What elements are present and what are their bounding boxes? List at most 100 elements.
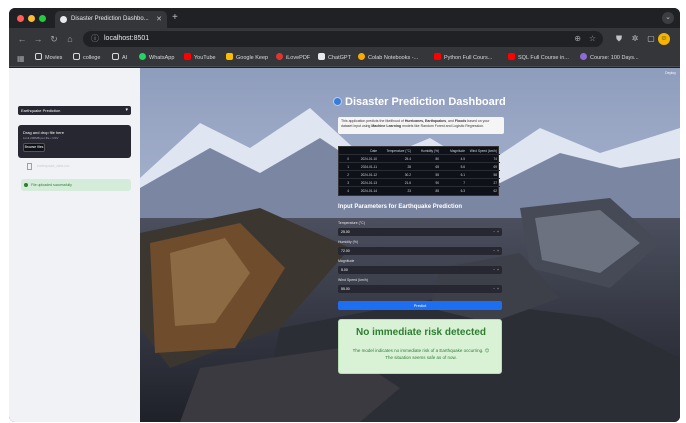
- page-viewport: Earthquake Prediction ▾ Drag and drop fi…: [9, 68, 680, 422]
- reload-icon[interactable]: ↻: [47, 32, 61, 46]
- uploaded-file-name: earthquake_data.csv: [37, 164, 70, 168]
- course-icon: [580, 53, 587, 60]
- bookmark-label: ChatGPT: [328, 55, 351, 61]
- bookmark-100-days[interactable]: Course: 100 Days...: [580, 50, 639, 67]
- url-text[interactable]: localhost:8501: [104, 31, 149, 47]
- streamlit-favicon-icon: [60, 16, 67, 23]
- disaster-type-select[interactable]: Earthquake Prediction ▾: [18, 106, 131, 115]
- humidity-input[interactable]: 72.00 − +: [338, 247, 502, 255]
- sidebar: Earthquake Prediction ▾ Drag and drop fi…: [9, 68, 140, 422]
- desc-emphasis: Floods: [454, 119, 467, 123]
- browse-files-button[interactable]: Browse files: [23, 143, 45, 152]
- table-header-cell: Magnitude: [450, 149, 465, 153]
- bookmark-youtube[interactable]: YouTube: [184, 50, 216, 67]
- predict-button[interactable]: Predict: [338, 301, 502, 310]
- bookmarks-bar: ▦ Movies college AI WhatsApp YouTube Goo…: [9, 50, 680, 67]
- table-cell: 25.4: [404, 157, 411, 161]
- zoom-icon[interactable]: ⊕: [574, 31, 581, 47]
- table-header-cell: [341, 148, 349, 155]
- folder-icon: [35, 53, 42, 60]
- temperature-input[interactable]: 25.00 − +: [338, 228, 502, 236]
- humidity-value[interactable]: 72.00: [341, 249, 350, 253]
- table-cell: 2: [347, 173, 349, 177]
- apps-grid-icon[interactable]: ▦: [17, 50, 25, 67]
- minimize-window-icon[interactable]: [28, 15, 35, 22]
- stepper-icon[interactable]: − +: [493, 228, 499, 236]
- table-cell: 21.6: [404, 181, 411, 185]
- sidebar-panel-icon[interactable]: ▢: [645, 33, 657, 45]
- bookmark-whatsapp[interactable]: WhatsApp: [139, 50, 174, 67]
- table-header-row: Date Temperature (°C) Humidity (%) Magni…: [339, 148, 500, 155]
- table-cell: 58: [493, 173, 497, 177]
- ilovepdf-icon: [276, 53, 283, 60]
- close-window-icon[interactable]: [17, 15, 24, 22]
- magnitude-label: Magnitude: [338, 259, 355, 263]
- bookmark-sql-course[interactable]: SQL Full Course in...: [508, 50, 569, 67]
- wind-speed-label: Wind Speed (km/h): [338, 278, 368, 282]
- table-row: 3 2024-01-13 21.6 90 7 27: [339, 180, 500, 187]
- bookmark-star-icon[interactable]: ☆: [589, 31, 596, 47]
- table-cell: 6.1: [460, 173, 465, 177]
- bookmark-google-keep[interactable]: Google Keep: [226, 50, 268, 67]
- table-cell: 69: [493, 165, 497, 169]
- site-info-icon[interactable]: ⓘ: [89, 33, 101, 45]
- address-bar[interactable]: ⓘ localhost:8501 ⊕ ☆: [83, 31, 603, 47]
- table-cell: 1: [347, 165, 349, 169]
- shield-extension-icon[interactable]: ⛊: [613, 33, 625, 45]
- table-cell: 27: [493, 181, 497, 185]
- bookmark-label: YouTube: [194, 55, 216, 61]
- desc-text: This application predicts the likelihood…: [341, 119, 405, 123]
- stepper-icon[interactable]: − +: [493, 247, 499, 255]
- stepper-icon[interactable]: − +: [493, 266, 499, 274]
- colab-icon: [358, 53, 365, 60]
- bookmark-label: Course: 100 Days...: [590, 55, 639, 61]
- table-header-cell: Temperature (°C): [386, 149, 411, 153]
- back-icon[interactable]: ←: [15, 32, 29, 46]
- bookmark-ai[interactable]: AI: [112, 50, 127, 67]
- deploy-button[interactable]: Deploy: [665, 71, 676, 75]
- bookmark-ilovepdf[interactable]: iLovePDF: [276, 50, 310, 67]
- magnitude-value[interactable]: 5.00: [341, 268, 348, 272]
- browser-tab[interactable]: Disaster Prediction Dashbo... ✕: [55, 11, 167, 28]
- wind-speed-input[interactable]: 55.00 − +: [338, 285, 502, 293]
- bookmark-label: iLovePDF: [286, 55, 311, 61]
- table-cell: 55: [435, 173, 439, 177]
- stepper-icon[interactable]: − +: [493, 285, 499, 293]
- bookmark-movies[interactable]: Movies: [35, 50, 62, 67]
- table-cell: 4: [347, 189, 349, 193]
- extensions-puzzle-icon[interactable]: ✲: [629, 33, 641, 45]
- table-cell: 85: [435, 189, 439, 193]
- forward-icon[interactable]: →: [31, 32, 45, 46]
- maximize-window-icon[interactable]: [39, 15, 46, 22]
- keep-icon: [226, 53, 233, 60]
- page-title: Disaster Prediction Dashboard: [333, 96, 506, 108]
- magnitude-input[interactable]: 5.00 − +: [338, 266, 502, 274]
- browser-toolbar: ← → ↻ ⌂ ⓘ localhost:8501 ⊕ ☆ ⛊ ✲ ▢ ☺: [9, 28, 680, 50]
- prediction-result-card: No immediate risk detected The model ind…: [338, 319, 502, 374]
- home-icon[interactable]: ⌂: [63, 32, 77, 46]
- table-cell: 23: [407, 189, 411, 193]
- bookmark-python-course[interactable]: Python Full Cours...: [434, 50, 492, 67]
- tab-search-icon[interactable]: ⌄: [662, 12, 674, 24]
- check-icon: [24, 183, 28, 187]
- bookmark-colab[interactable]: Colab Notebooks -...: [358, 50, 418, 67]
- data-preview-table[interactable]: Date Temperature (°C) Humidity (%) Magni…: [338, 146, 500, 196]
- bookmark-college[interactable]: college: [73, 50, 100, 67]
- upload-title: Drag and drop file here: [23, 130, 64, 135]
- bookmark-chatgpt[interactable]: ChatGPT: [318, 50, 351, 67]
- browser-window: Disaster Prediction Dashbo... ✕ + ⌄ ← → …: [9, 8, 680, 422]
- new-tab-icon[interactable]: +: [172, 11, 178, 25]
- temperature-value[interactable]: 25.00: [341, 230, 350, 234]
- folder-icon: [73, 53, 80, 60]
- table-cell: 4.5: [460, 157, 465, 161]
- bookmark-label: Movies: [45, 55, 63, 61]
- wind-speed-value[interactable]: 55.00: [341, 287, 350, 291]
- table-header-cell: Humidity (%): [420, 149, 439, 153]
- close-tab-icon[interactable]: ✕: [156, 11, 162, 28]
- table-row: 4 2024-01-14 23 85 6.3 62: [339, 188, 500, 195]
- chevron-down-icon: ▾: [125, 107, 128, 113]
- profile-avatar-icon[interactable]: ☺: [658, 33, 670, 45]
- table-cell: 2024-01-13: [360, 181, 377, 185]
- file-uploader[interactable]: Drag and drop file here Limit 200MB per …: [18, 125, 131, 158]
- table-cell: 65: [435, 165, 439, 169]
